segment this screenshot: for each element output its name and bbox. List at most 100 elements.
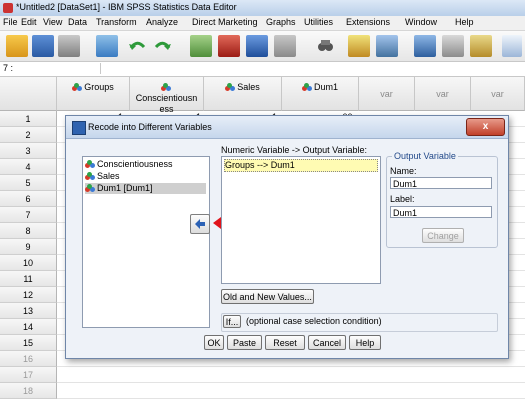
goto-variable-icon[interactable] [218,35,240,57]
open-file-icon[interactable] [6,35,28,57]
row-number[interactable]: 9 [0,239,57,255]
row-number[interactable]: 11 [0,271,57,287]
column-name: var [380,89,393,99]
undo-icon[interactable] [126,35,148,57]
spss-app-icon [3,3,13,13]
menu-bar: File Edit View Data Transform Analyze Di… [0,16,525,31]
menu-file[interactable]: File [3,17,18,27]
row-number[interactable]: 16 [0,351,57,367]
column-name: Groups [84,82,114,92]
label-field[interactable]: Dum1 [390,206,492,218]
column-header-var[interactable]: var [359,77,415,111]
save-icon[interactable] [32,35,54,57]
source-variable-list[interactable]: Conscientiousness Sales Dum1 [Dum1] [82,156,210,328]
old-and-new-values-button[interactable]: Old and New Values... [221,289,314,304]
value-labels-icon[interactable] [470,35,492,57]
row-number[interactable]: 17 [0,367,57,383]
row-number[interactable]: 18 [0,383,57,399]
use-variable-sets-icon[interactable] [502,35,522,57]
label-label: Label: [390,194,415,204]
column-header-var[interactable]: var [471,77,525,111]
goto-case-icon[interactable] [190,35,212,57]
menu-transform[interactable]: Transform [96,17,137,27]
row-number[interactable]: 7 [0,207,57,223]
if-condition-text: (optional case selection condition) [246,316,382,326]
column-name: Conscientiousn [135,93,198,103]
change-button[interactable]: Change [422,228,464,243]
find-icon[interactable] [314,35,336,57]
menu-data[interactable]: Data [68,17,87,27]
close-button[interactable]: x [466,118,505,136]
list-item-label: Conscientiousness [97,159,173,169]
nominal-icon [85,184,95,193]
menu-help[interactable]: Help [455,17,474,27]
row-number[interactable]: 14 [0,319,57,335]
row-number[interactable]: 12 [0,287,57,303]
row-number[interactable]: 10 [0,255,57,271]
move-variable-button[interactable] [190,214,210,234]
split-file-icon[interactable] [274,35,296,57]
list-item-selected[interactable]: Groups --> Dum1 [224,159,378,172]
list-item[interactable]: Sales [85,171,206,182]
menu-window[interactable]: Window [405,17,437,27]
column-header-var[interactable]: var [415,77,471,111]
column-name: var [436,89,449,99]
window-title-bar: *Untitled2 [DataSet1] - IBM SPSS Statist… [0,0,525,17]
menu-direct-marketing[interactable]: Direct Marketing [192,17,258,27]
column-header-dum1[interactable]: Dum1 [282,77,359,111]
table-row [57,383,525,399]
row-number[interactable]: 4 [0,159,57,175]
row-number[interactable]: 13 [0,303,57,319]
variables-icon[interactable] [246,35,268,57]
insert-variable-icon[interactable] [376,35,398,57]
weight-cases-icon[interactable] [414,35,436,57]
recall-dialog-icon[interactable] [96,35,118,57]
paste-button[interactable]: Paste [227,335,262,350]
name-field[interactable]: Dum1 [390,177,492,189]
row-number[interactable]: 6 [0,191,57,207]
cancel-button[interactable]: Cancel [308,335,346,350]
print-icon[interactable] [58,35,80,57]
if-button[interactable]: If... [223,315,241,328]
help-button[interactable]: Help [349,335,381,350]
left-arrow-icon [195,219,205,229]
redo-icon[interactable] [152,35,174,57]
row-number[interactable]: 2 [0,127,57,143]
menu-utilities[interactable]: Utilities [304,17,333,27]
list-item[interactable]: Conscientiousness [85,159,206,170]
grid-corner [0,77,57,111]
nominal-icon [225,83,236,92]
column-header-groups[interactable]: Groups [57,77,130,111]
row-number[interactable]: 15 [0,335,57,351]
numeric-output-list[interactable]: Groups --> Dum1 [221,156,381,284]
menu-analyze[interactable]: Analyze [146,17,178,27]
menu-extensions[interactable]: Extensions [346,17,390,27]
nominal-icon [72,83,83,92]
nominal-icon [160,83,171,92]
list-item-label: Dum1 [Dum1] [97,183,153,193]
column-name: var [491,89,504,99]
menu-edit[interactable]: Edit [21,17,37,27]
cell-reference-bar: 7 : [0,62,525,77]
cell-reference: 7 : [3,63,14,73]
reset-button[interactable]: Reset [265,335,305,350]
insert-cases-icon[interactable] [348,35,370,57]
menu-view[interactable]: View [43,17,62,27]
row-number[interactable]: 8 [0,223,57,239]
column-header-conscientiousness[interactable]: Conscientiousn ess [130,77,204,114]
ok-button[interactable]: OK [204,335,224,350]
column-name: Sales [237,82,260,92]
list-item-label: Sales [97,171,120,181]
cell-value-input[interactable] [100,63,525,74]
recode-dialog: Recode into Different Variables x Consci… [65,115,509,359]
row-number[interactable]: 3 [0,143,57,159]
toolbar [0,31,525,62]
column-header-sales[interactable]: Sales [204,77,282,111]
row-number[interactable]: 1 [0,111,57,127]
row-number[interactable]: 5 [0,175,57,191]
list-item-selected[interactable]: Dum1 [Dum1] [85,183,206,194]
select-cases-icon[interactable] [442,35,464,57]
menu-graphs[interactable]: Graphs [266,17,296,27]
dialog-title: Recode into Different Variables [88,122,212,132]
name-label: Name: [390,166,417,176]
